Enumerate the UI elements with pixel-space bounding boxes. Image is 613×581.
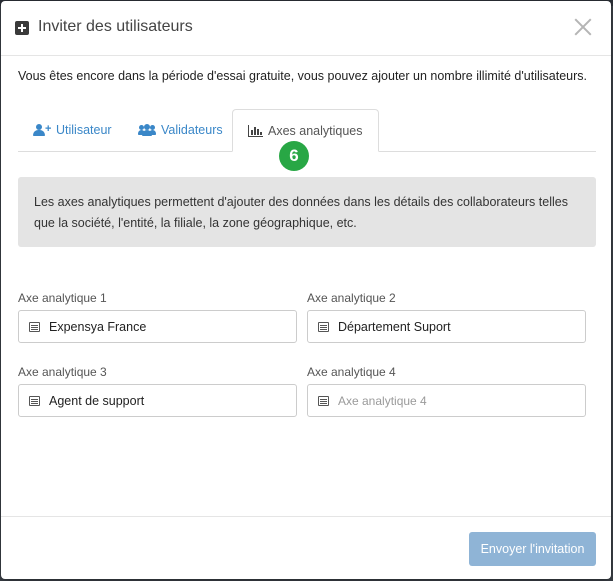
user-plus-icon: + xyxy=(33,123,51,136)
list-icon xyxy=(29,322,40,332)
send-invitation-button[interactable]: Envoyer l'invitation xyxy=(469,532,596,566)
modal-footer: Envoyer l'invitation xyxy=(1,516,611,579)
users-icon xyxy=(138,123,156,136)
tab-label: Validateurs xyxy=(161,122,223,137)
close-icon[interactable] xyxy=(573,17,593,37)
input-box xyxy=(307,384,586,417)
list-icon xyxy=(29,396,40,406)
list-icon xyxy=(318,396,329,406)
tab-label: Utilisateur xyxy=(56,122,112,137)
list-icon xyxy=(318,322,329,332)
analytic-axis-2-field: Axe analytique 2 xyxy=(307,291,597,343)
modal-title: Inviter des utilisateurs xyxy=(38,18,193,35)
info-box: Les axes analytiques permettent d'ajoute… xyxy=(18,177,596,247)
analytic-axis-4-input[interactable] xyxy=(338,385,579,416)
field-label: Axe analytique 2 xyxy=(307,291,396,305)
analytic-axis-2-input[interactable] xyxy=(338,311,579,342)
analytic-axis-3-input[interactable] xyxy=(49,385,290,416)
trial-intro-text: Vous êtes encore dans la période d'essai… xyxy=(18,69,587,83)
tab-validateurs[interactable]: Validateurs xyxy=(138,109,223,150)
input-box xyxy=(307,310,586,343)
modal-header: Inviter des utilisateurs xyxy=(1,1,611,56)
field-label: Axe analytique 3 xyxy=(18,365,107,379)
invite-users-modal: Inviter des utilisateurs Vous êtes encor… xyxy=(1,1,611,579)
input-box xyxy=(18,310,297,343)
step-badge: 6 xyxy=(279,141,309,171)
analytic-axis-1-field: Axe analytique 1 xyxy=(18,291,308,343)
bar-chart-icon xyxy=(248,124,263,137)
analytic-axis-1-input[interactable] xyxy=(49,311,290,342)
field-label: Axe analytique 1 xyxy=(18,291,107,305)
tab-bar: + Utilisateur Validateurs Axes analytiqu… xyxy=(18,109,596,152)
input-box xyxy=(18,384,297,417)
field-label: Axe analytique 4 xyxy=(307,365,396,379)
analytic-axis-4-field: Axe analytique 4 xyxy=(307,365,597,417)
analytic-axis-3-field: Axe analytique 3 xyxy=(18,365,308,417)
tab-label: Axes analytiques xyxy=(268,123,363,138)
plus-square-icon xyxy=(15,21,29,35)
tab-utilisateur[interactable]: + Utilisateur xyxy=(33,109,112,150)
